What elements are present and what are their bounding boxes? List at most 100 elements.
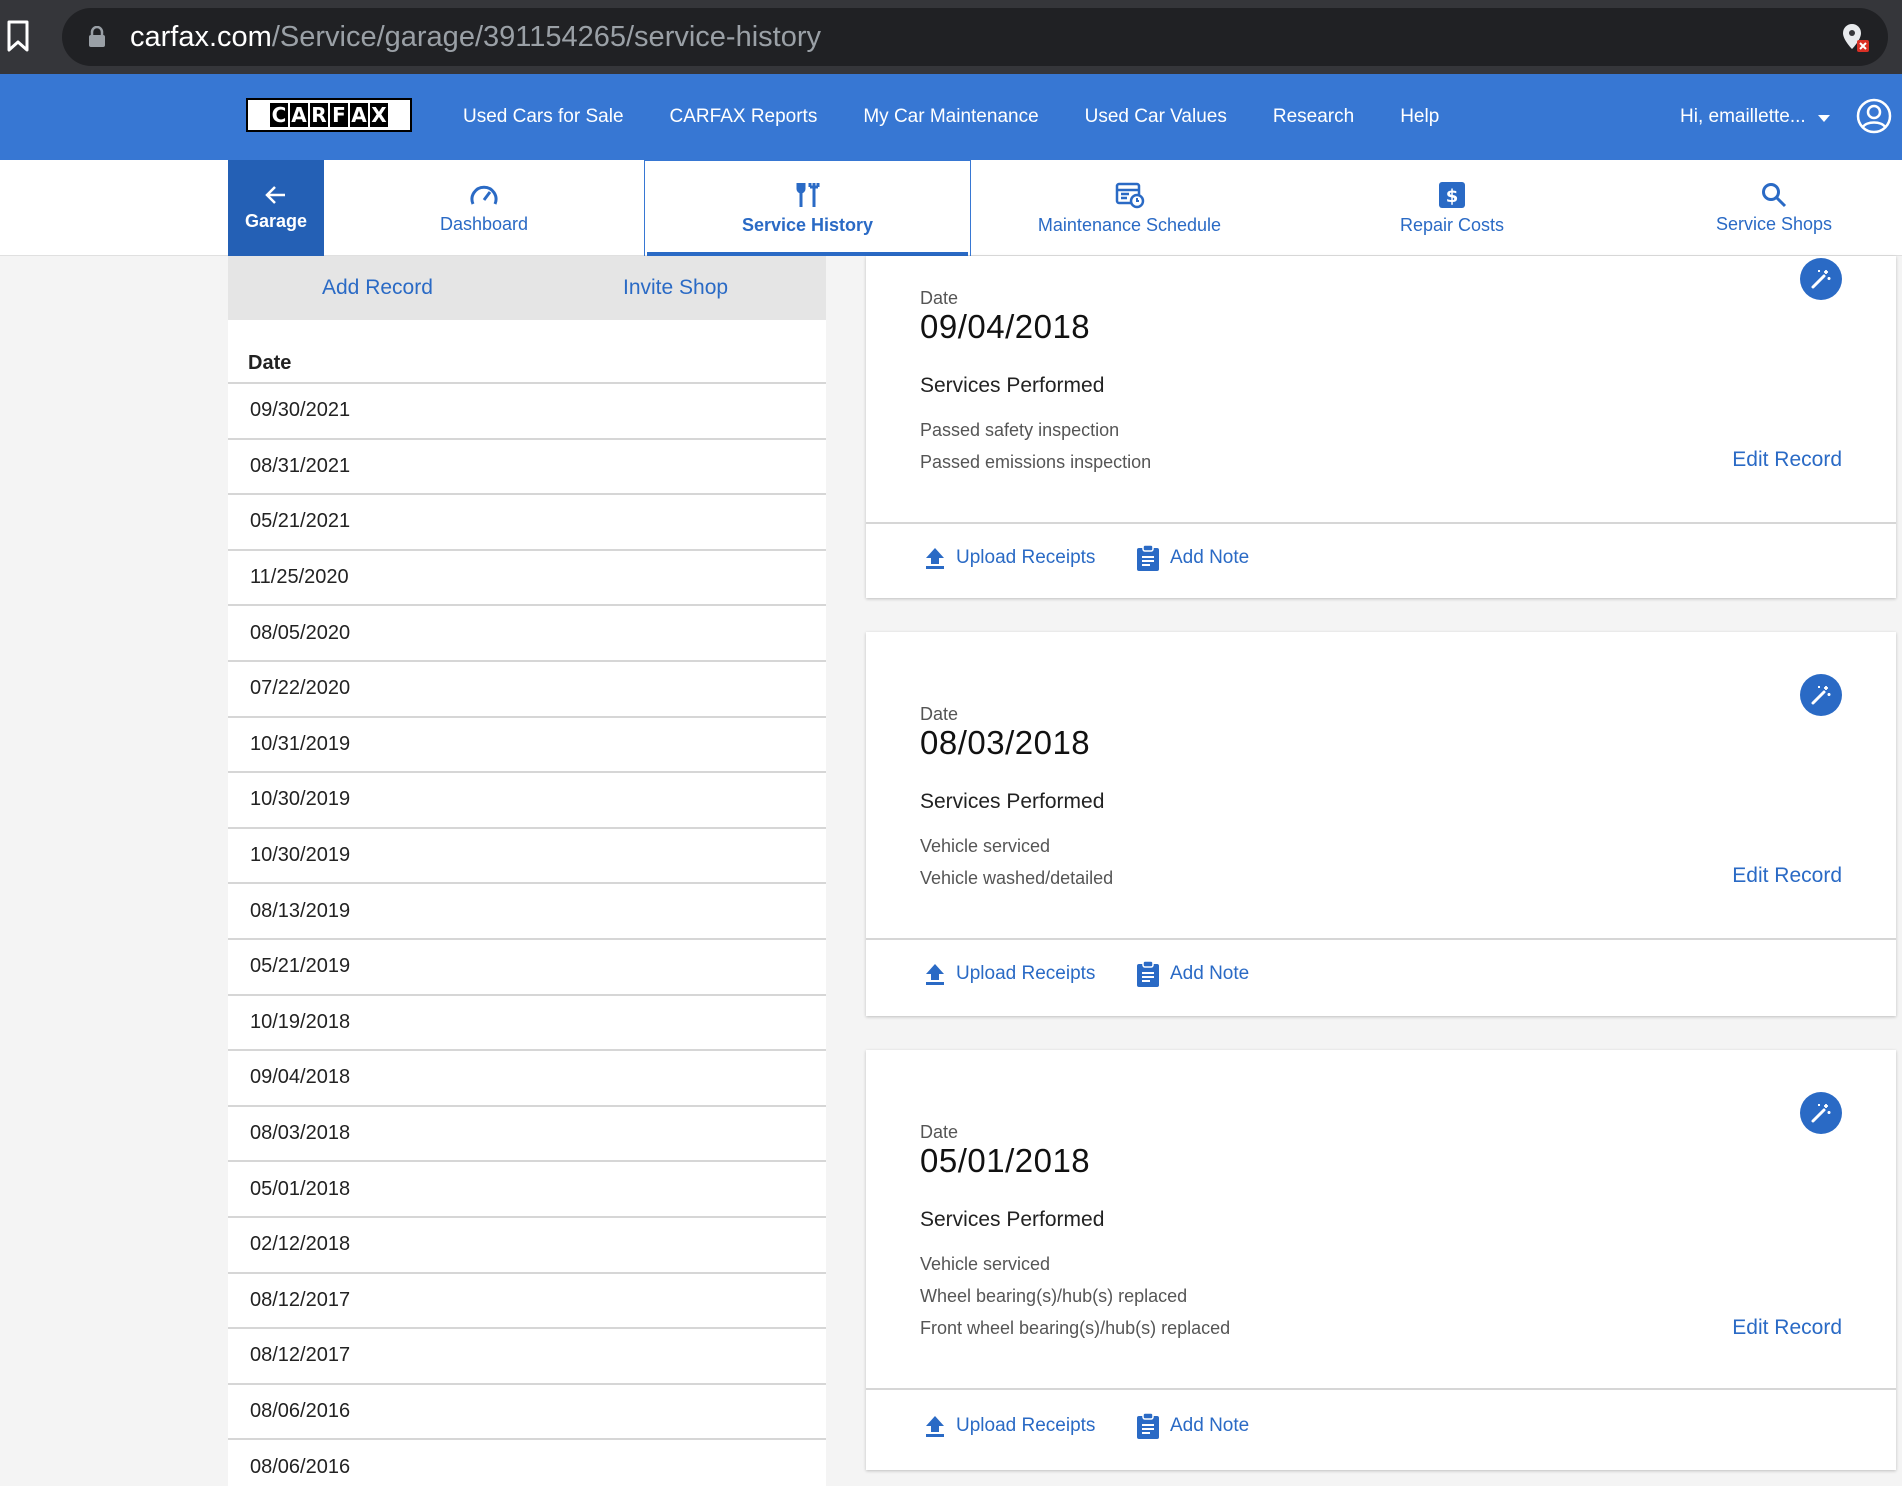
upload-receipts-button[interactable]: Upload Receipts	[924, 546, 1095, 570]
edit-record-link[interactable]: Edit Record	[1732, 864, 1842, 888]
date-list-item[interactable]: 08/31/2021	[228, 437, 826, 494]
date-list-item[interactable]: 10/30/2019	[228, 771, 826, 827]
tab-label: Service History	[741, 215, 874, 235]
date-list: 09/30/2021 08/31/2021 05/21/2021 11/25/2…	[228, 382, 826, 1486]
tab-dashboard[interactable]: Dashboard	[324, 160, 644, 256]
tab-service-history[interactable]: Service History	[644, 160, 971, 256]
upload-label: Upload Receipts	[956, 1415, 1096, 1436]
date-list-item[interactable]: 08/13/2019	[228, 882, 826, 938]
tab-label: Dashboard	[439, 213, 529, 234]
add-record-button[interactable]: Add Record	[322, 276, 433, 300]
record-date: 08/03/2018	[920, 724, 1091, 761]
lock-icon	[89, 26, 105, 47]
logo-letter: A	[350, 103, 368, 127]
main-navigation: C A R F A X Used Cars for Sale CARFAX Re…	[0, 74, 1902, 160]
nav-my-car-maintenance[interactable]: My Car Maintenance	[863, 106, 1038, 128]
services-title: Services Performed	[920, 374, 1105, 397]
garage-subnav: Garage Dashboard Service History Mainten…	[0, 160, 1902, 256]
date-list-item[interactable]: 05/21/2021	[228, 493, 826, 549]
service-item: Vehicle serviced	[920, 836, 1051, 856]
date-list-item[interactable]: 05/01/2018	[228, 1160, 826, 1216]
date-list-item[interactable]: 11/25/2020	[228, 548, 826, 605]
edit-wand-button[interactable]	[1800, 1092, 1842, 1134]
record-date: 09/04/2018	[920, 308, 1091, 345]
date-list-item[interactable]: 10/19/2018	[228, 993, 826, 1050]
chevron-down-icon	[1817, 114, 1830, 122]
logo-letter: R	[310, 103, 328, 127]
date-list-item[interactable]: 08/06/2016	[228, 1382, 826, 1439]
nav-carfax-reports[interactable]: CARFAX Reports	[670, 106, 818, 128]
date-list-item[interactable]: 07/22/2020	[228, 659, 826, 716]
nav-used-car-values[interactable]: Used Car Values	[1085, 106, 1227, 128]
search-icon	[1762, 182, 1787, 207]
card-divider	[866, 938, 1896, 940]
carfax-logo[interactable]: C A R F A X	[246, 98, 412, 132]
date-list-item[interactable]: 08/12/2017	[228, 1271, 826, 1328]
upload-icon	[926, 1416, 944, 1437]
date-list-item[interactable]: 08/03/2018	[228, 1104, 826, 1161]
user-menu[interactable]: Hi, emaillette...	[1680, 74, 1830, 160]
magic-wand-icon	[1811, 270, 1831, 289]
date-list-item[interactable]: 08/12/2017	[228, 1327, 826, 1383]
clipboard-icon	[1137, 1412, 1159, 1439]
date-list-item[interactable]: 09/30/2021	[228, 382, 826, 438]
calendar-clock-icon	[1115, 182, 1144, 208]
dollar-icon: $	[1439, 181, 1465, 208]
garage-label: Garage	[244, 210, 308, 231]
nav-research[interactable]: Research	[1273, 106, 1354, 128]
invite-shop-button[interactable]: Invite Shop	[623, 276, 728, 300]
edit-record-link[interactable]: Edit Record	[1732, 1316, 1842, 1340]
garage-back-button[interactable]: Garage	[228, 160, 324, 256]
upload-receipts-button[interactable]: Upload Receipts	[924, 962, 1095, 986]
logo-letter: X	[370, 103, 388, 127]
date-list-item[interactable]: 10/31/2019	[228, 715, 826, 772]
card-divider	[866, 522, 1896, 524]
logo-letter: F	[330, 103, 348, 127]
date-label: Date	[920, 704, 959, 724]
clipboard-icon	[1137, 544, 1159, 571]
date-list-item[interactable]: 09/04/2018	[228, 1049, 826, 1105]
add-note-button[interactable]: Add Note	[1136, 960, 1249, 988]
add-note-button[interactable]: Add Note	[1136, 544, 1249, 572]
date-list-item[interactable]: 02/12/2018	[228, 1215, 826, 1272]
magic-wand-icon	[1811, 686, 1831, 705]
account-icon[interactable]	[1856, 98, 1892, 134]
tab-service-shops[interactable]: Service Shops	[1616, 160, 1902, 256]
upload-label: Upload Receipts	[956, 547, 1096, 568]
magic-wand-icon	[1811, 1104, 1831, 1123]
record-actions: Add Record Invite Shop	[228, 256, 826, 320]
logo-letter: C	[270, 103, 288, 127]
services-title: Services Performed	[920, 1208, 1105, 1231]
upload-receipts-button[interactable]: Upload Receipts	[924, 1414, 1095, 1438]
date-label: Date	[920, 1122, 959, 1142]
record-date: 05/01/2018	[920, 1142, 1091, 1179]
tab-maintenance-schedule[interactable]: Maintenance Schedule	[971, 160, 1288, 256]
note-label: Add Note	[1170, 1415, 1250, 1436]
tab-repair-costs[interactable]: $ Repair Costs	[1288, 160, 1616, 256]
url-path: /Service/garage/391154265/service-histor…	[271, 21, 821, 53]
services-title: Services Performed	[920, 790, 1105, 813]
service-record-card: Date 09/04/2018 Services Performed Passe…	[866, 256, 1896, 598]
service-item: Vehicle serviced	[920, 1254, 1051, 1274]
location-blocked-icon[interactable]	[1840, 22, 1870, 54]
tab-label: Maintenance Schedule	[1037, 214, 1222, 235]
bookmark-icon[interactable]	[6, 20, 30, 52]
clipboard-icon	[1137, 960, 1159, 987]
address-bar[interactable]: carfax.com/Service/garage/391154265/serv…	[62, 8, 1888, 66]
add-note-button[interactable]: Add Note	[1136, 1412, 1249, 1440]
url-text: carfax.com/Service/garage/391154265/serv…	[130, 20, 821, 54]
logo-letter: A	[290, 103, 308, 127]
edit-wand-button[interactable]	[1800, 674, 1842, 716]
date-list-item[interactable]: 05/21/2019	[228, 937, 826, 994]
nav-help[interactable]: Help	[1400, 106, 1439, 128]
edit-wand-button[interactable]	[1800, 258, 1842, 300]
arrow-left-icon	[265, 185, 285, 204]
nav-used-cars[interactable]: Used Cars for Sale	[463, 106, 624, 128]
service-item: Passed safety inspection	[920, 420, 1120, 440]
browser-toolbar: carfax.com/Service/garage/391154265/serv…	[0, 0, 1902, 74]
date-list-item[interactable]: 08/05/2020	[228, 604, 826, 660]
date-list-item[interactable]: 08/06/2016	[228, 1438, 826, 1486]
date-list-item[interactable]: 10/30/2019	[228, 826, 826, 883]
edit-record-link[interactable]: Edit Record	[1732, 448, 1842, 472]
service-item: Passed emissions inspection	[920, 452, 1152, 472]
